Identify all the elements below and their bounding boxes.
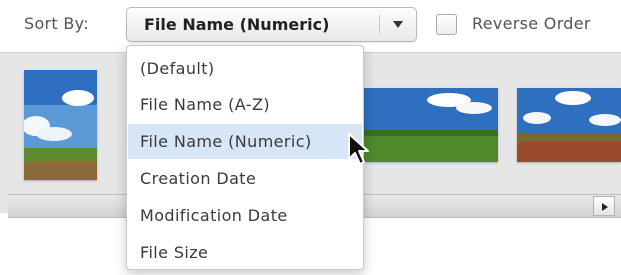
menu-item-creation-date[interactable]: Creation Date xyxy=(128,161,362,196)
thumbnail-3[interactable] xyxy=(517,88,621,162)
reverse-order-checkbox[interactable] xyxy=(436,14,457,35)
sort-by-value: File Name (Numeric) xyxy=(144,15,330,34)
menu-item-default[interactable]: (Default) xyxy=(128,51,362,86)
menu-item-modification-date[interactable]: Modification Date xyxy=(128,198,362,233)
sort-by-label: Sort By: xyxy=(24,14,89,33)
thumbnail-2[interactable] xyxy=(364,88,498,162)
reverse-order-label[interactable]: Reverse Order xyxy=(472,14,591,33)
menu-item-file-name-a-z[interactable]: File Name (A-Z) xyxy=(128,87,362,122)
thumbnail-1[interactable] xyxy=(24,70,97,180)
chevron-down-icon[interactable] xyxy=(390,16,406,32)
scroll-right-button[interactable] xyxy=(593,196,615,216)
menu-item-file-size[interactable]: File Size xyxy=(128,235,362,270)
scroll-right-arrow-icon xyxy=(602,203,608,211)
select-divider xyxy=(379,15,380,34)
menu-item-file-name-numeric[interactable]: File Name (Numeric) xyxy=(128,124,362,159)
sort-by-select[interactable]: File Name (Numeric) xyxy=(126,7,417,42)
mouse-pointer-icon xyxy=(348,133,369,165)
sort-by-dropdown-menu: (Default) File Name (A-Z) File Name (Num… xyxy=(126,45,364,270)
